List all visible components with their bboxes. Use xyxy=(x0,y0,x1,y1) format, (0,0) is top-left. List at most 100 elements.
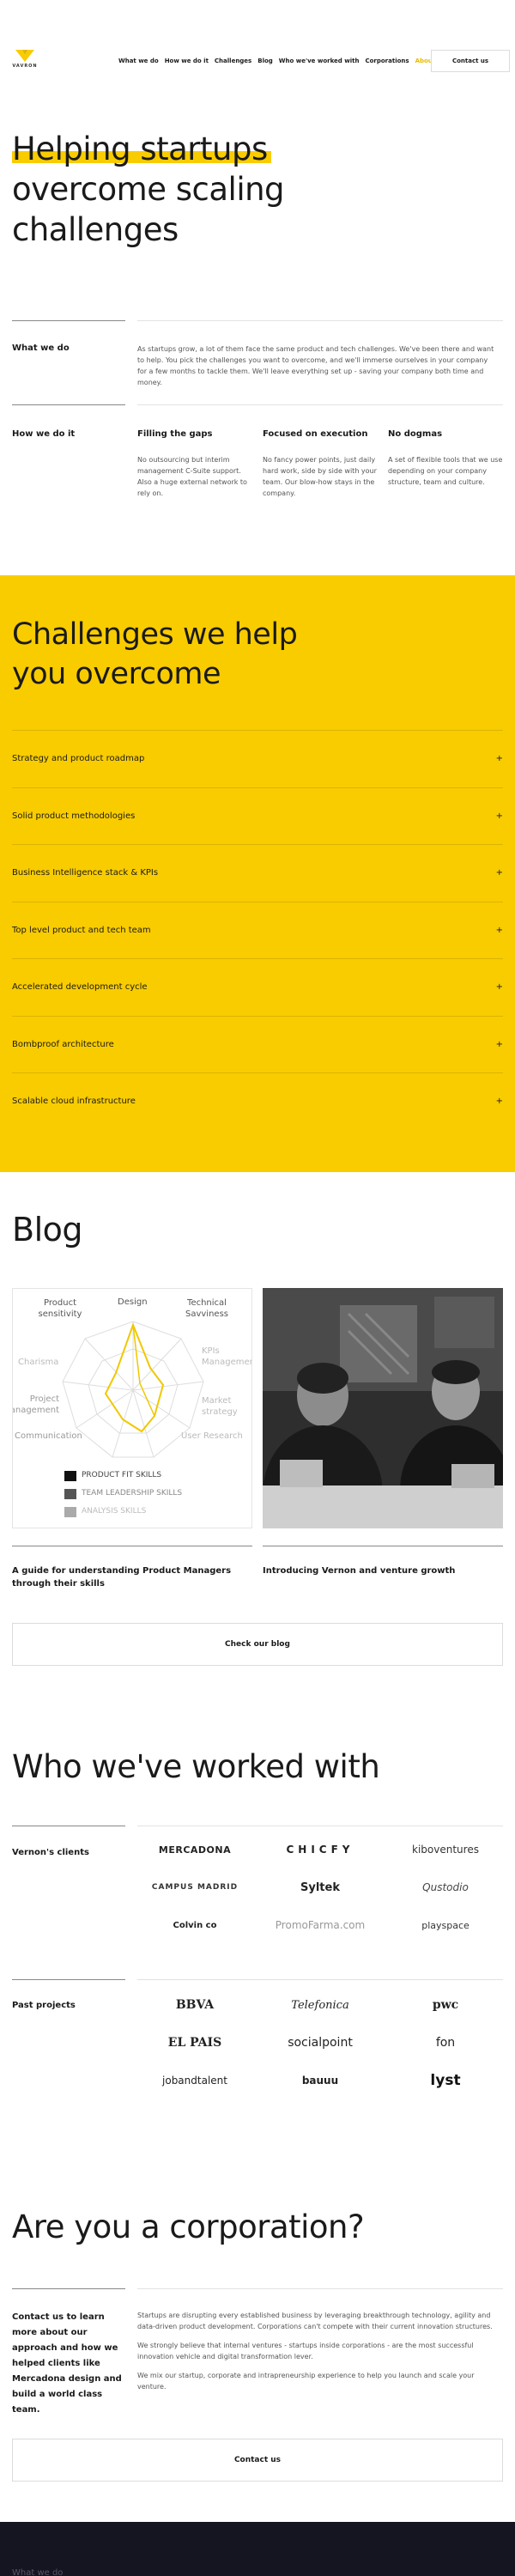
main-nav: What we do How we do it Challenges Blog … xyxy=(118,58,445,68)
header-contact-button[interactable]: Contact us xyxy=(431,50,510,72)
corporation-paragraph: We mix our startup, corporate and intrap… xyxy=(137,2372,475,2391)
nav-item-what-we-do[interactable]: What we do xyxy=(118,58,159,68)
challenge-item[interactable]: Business Intelligence stack & KPIs + xyxy=(12,845,503,902)
client-logo: BBVA xyxy=(175,1998,215,2012)
how-we-do-it-heading: How we do it xyxy=(12,429,76,439)
corporation-paragraph: Startups are disrupting every establishe… xyxy=(137,2312,493,2330)
how-column-text: No outsourcing but interim management C-… xyxy=(137,456,247,497)
hero-title: Helping startups overcome scaling challe… xyxy=(12,129,373,250)
what-we-do-divider xyxy=(12,320,125,321)
challenge-item[interactable]: Top level product and tech team + xyxy=(12,902,503,959)
brand-name: VAVRON xyxy=(12,64,38,69)
challenges-heading: Challenges we help you overcome xyxy=(12,615,298,694)
challenge-label: Scalable cloud infrastructure xyxy=(12,1097,136,1107)
radar-label: User Research xyxy=(181,1431,243,1441)
client-logo: CAMPUS MADRID xyxy=(151,1883,239,1892)
logo-mark-icon xyxy=(15,50,34,62)
corporation-heading: Are you a corporation? xyxy=(12,2208,365,2245)
client-logo: EL PAIS xyxy=(167,2036,222,2050)
corporation-rule xyxy=(137,2288,503,2289)
expand-plus-icon[interactable]: + xyxy=(496,982,503,992)
blog-post-1-title[interactable]: A guide for understanding Product Manage… xyxy=(12,1564,252,1590)
nav-item-clients[interactable]: Who we've worked with xyxy=(279,58,360,68)
client-logo: PromoFarma.com xyxy=(275,1919,366,1931)
client-logo: MERCADONA xyxy=(158,1844,232,1856)
client-logo: lyst xyxy=(430,2072,461,2089)
corporation-contact-button[interactable]: Contact us xyxy=(12,2439,503,2482)
expand-plus-icon[interactable]: + xyxy=(496,868,503,878)
challenge-item[interactable]: Accelerated development cycle + xyxy=(12,959,503,1016)
blog-heading: Blog xyxy=(12,1211,83,1249)
radar-label: Charisma xyxy=(18,1358,59,1367)
corporation-lead: Contact us to learn more about our appro… xyxy=(12,2312,122,2415)
past-projects-label: Past projects xyxy=(12,2001,76,2010)
how-column-1: Filling the gaps No outsourcing but inte… xyxy=(137,429,252,499)
expand-plus-icon[interactable]: + xyxy=(496,926,503,935)
corporation-paragraphs: Startups are disrupting every establishe… xyxy=(137,2310,503,2392)
challenge-label: Solid product methodologies xyxy=(12,811,136,821)
client-logo: Qustodio xyxy=(422,1881,469,1893)
radar-label: Market strategy xyxy=(202,1396,238,1417)
how-column-text: A set of flexible tools that we use depe… xyxy=(388,456,503,486)
client-logo: kiboventures xyxy=(412,1844,479,1856)
expand-plus-icon[interactable]: + xyxy=(496,754,503,763)
challenge-label: Accelerated development cycle xyxy=(12,982,148,993)
radar-label: Communication xyxy=(15,1431,82,1441)
client-logo: socialpoint xyxy=(288,2036,353,2050)
nav-item-corporations[interactable]: Corporations xyxy=(365,58,409,68)
client-logo: jobandtalent xyxy=(162,2075,227,2087)
how-column-title: Filling the gaps xyxy=(137,429,213,439)
client-logo: fon xyxy=(435,2036,456,2050)
radar-label: KPIs Management xyxy=(202,1346,251,1367)
clients-heading: Who we've worked with xyxy=(12,1748,380,1785)
how-column-title: No dogmas xyxy=(388,429,443,439)
what-we-do-heading: What we do xyxy=(12,343,70,353)
how-we-do-it-divider xyxy=(12,404,125,405)
corporation-divider xyxy=(12,2288,125,2289)
client-logo: pwc xyxy=(432,1998,459,2012)
challenges-heading-line-2: you overcome xyxy=(12,657,221,691)
expand-plus-icon[interactable]: + xyxy=(496,1097,503,1106)
check-blog-button[interactable]: Check our blog xyxy=(12,1623,503,1666)
blog-card-2-image[interactable] xyxy=(263,1288,503,1528)
client-logo: Telefonica xyxy=(291,1998,349,2012)
challenge-label: Business Intelligence stack & KPIs xyxy=(12,868,159,878)
client-logo: bauuu xyxy=(301,2075,339,2087)
challenge-label: Top level product and tech team xyxy=(12,925,151,935)
blog-post-2-title[interactable]: Introducing Vernon and venture growth xyxy=(263,1564,503,1577)
radar-label: Project management xyxy=(13,1394,59,1415)
challenge-label: Bombproof architecture xyxy=(12,1039,114,1049)
team-photo-illustration xyxy=(263,1288,503,1528)
challenges-heading-line-1: Challenges we help xyxy=(12,617,298,652)
challenge-item[interactable]: Strategy and product roadmap + xyxy=(12,731,503,787)
client-logo: CHICFY xyxy=(286,1844,354,1856)
past-projects-divider xyxy=(12,1979,125,1980)
site-header: VAVRON What we do How we do it Challenge… xyxy=(0,0,515,120)
challenge-item[interactable]: Bombproof architecture + xyxy=(12,1017,503,1073)
client-logo: Colvin co xyxy=(173,1920,217,1930)
nav-item-challenges[interactable]: Challenges xyxy=(215,58,251,68)
expand-plus-icon[interactable]: + xyxy=(496,811,503,821)
what-we-do-rule xyxy=(137,320,503,321)
brand-logo[interactable]: VAVRON xyxy=(12,50,38,74)
hero-title-line-1: Helping startups xyxy=(12,131,268,167)
expand-plus-icon[interactable]: + xyxy=(496,1040,503,1049)
site-footer: What we do xyxy=(0,2522,515,2576)
how-column-title: Focused on execution xyxy=(263,429,368,439)
how-column-2: Focused on execution No fancy power poin… xyxy=(263,429,378,499)
past-projects-rule xyxy=(137,1979,503,1980)
nav-item-blog[interactable]: Blog xyxy=(258,58,273,68)
footer-label[interactable]: What we do xyxy=(12,2568,63,2576)
how-column-text: No fancy power points, just daily hard w… xyxy=(263,456,377,497)
client-logo: Syltek xyxy=(300,1880,340,1894)
challenge-item[interactable]: Solid product methodologies + xyxy=(12,788,503,845)
radar-label: Technical Savviness xyxy=(185,1298,228,1319)
radar-label: Product sensitivity xyxy=(38,1298,82,1319)
radar-legend-item: TEAM LEADERSHIP SKILLS xyxy=(82,1489,183,1498)
blog-card-1-image[interactable]: Design Technical Savviness KPIs Manageme… xyxy=(12,1288,252,1528)
client-logo: playspace xyxy=(421,1919,470,1931)
challenge-item[interactable]: Scalable cloud infrastructure + xyxy=(12,1073,503,1130)
nav-item-how-we-do-it[interactable]: How we do it xyxy=(165,58,209,68)
hero-title-line-3: challenges xyxy=(12,211,179,248)
vernon-clients-label: Vernon's clients xyxy=(12,1848,89,1857)
